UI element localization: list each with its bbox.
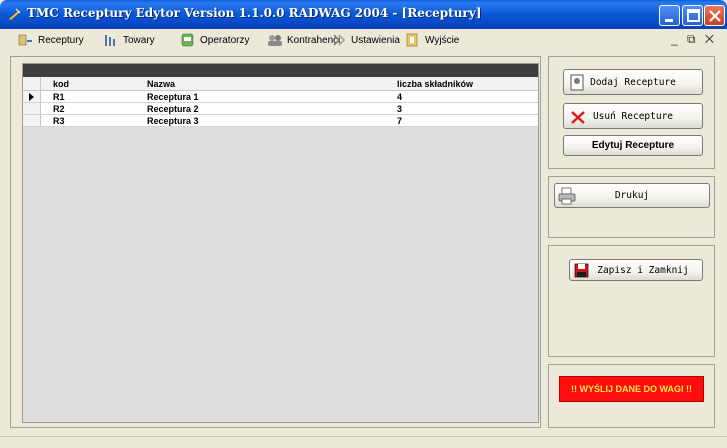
print-button[interactable]: Drukuj bbox=[554, 183, 710, 208]
cell-kod[interactable]: R2 bbox=[41, 104, 144, 114]
title-bar[interactable]: TMC Receptury Edytor Version 1.1.0.0 RAD… bbox=[0, 0, 727, 29]
delete-icon bbox=[571, 111, 585, 124]
menu-bar: Receptury Towary Operatorzy Kontrahenci … bbox=[0, 29, 727, 51]
contractors-icon bbox=[267, 33, 283, 47]
grid-caption-bar bbox=[23, 64, 538, 77]
close-button[interactable] bbox=[704, 5, 725, 26]
row-indicator bbox=[23, 103, 41, 114]
menu-wyjscie[interactable]: Wyjście bbox=[405, 32, 459, 48]
cell-nazwa[interactable]: Receptura 3 bbox=[144, 116, 394, 126]
save-panel: Zapisz i Zamknij bbox=[548, 245, 715, 357]
mdi-window-controls[interactable]: _ ⧉ ✕ bbox=[671, 32, 717, 47]
column-header-kod[interactable]: kod bbox=[41, 79, 144, 89]
send-panel: !! WYŚLIJ DANE DO WAGI !! bbox=[548, 364, 715, 428]
cell-liczba[interactable]: 4 bbox=[394, 92, 538, 102]
recipes-grid[interactable]: kod Nazwa liczba składników R1 Receptura… bbox=[22, 63, 539, 423]
minimize-icon bbox=[665, 19, 673, 22]
printer-icon bbox=[558, 187, 576, 205]
row-indicator-header bbox=[23, 77, 41, 90]
grid-header: kod Nazwa liczba składników bbox=[23, 77, 538, 91]
send-to-scale-button[interactable]: !! WYŚLIJ DANE DO WAGI !! bbox=[559, 376, 704, 402]
minimize-button[interactable] bbox=[659, 5, 680, 26]
app-logo-icon bbox=[8, 8, 21, 21]
close-icon bbox=[709, 10, 721, 22]
table-row[interactable]: R3 Receptura 3 7 bbox=[23, 115, 538, 127]
cell-liczba[interactable]: 7 bbox=[394, 116, 538, 126]
add-document-icon bbox=[570, 74, 584, 91]
save-and-close-button[interactable]: Zapisz i Zamknij bbox=[569, 259, 703, 281]
menu-kontrahenci[interactable]: Kontrahenci bbox=[267, 32, 340, 48]
menu-ustawienia[interactable]: Ustawienia bbox=[331, 32, 400, 48]
menu-operatorzy[interactable]: Operatorzy bbox=[180, 32, 249, 48]
menu-towary[interactable]: Towary bbox=[103, 32, 155, 48]
cell-kod[interactable]: R3 bbox=[41, 116, 144, 126]
cell-nazwa[interactable]: Receptura 2 bbox=[144, 104, 394, 114]
maximize-button[interactable] bbox=[682, 5, 703, 26]
edit-recipe-button[interactable]: Edytuj Recepture bbox=[563, 135, 703, 156]
row-indicator bbox=[23, 115, 41, 126]
settings-icon bbox=[331, 33, 347, 47]
floppy-disk-icon bbox=[574, 263, 589, 278]
recipe-actions-panel: Dodaj Recepture Usuń Recepture Edytuj Re… bbox=[548, 56, 715, 169]
cell-kod[interactable]: R1 bbox=[41, 92, 144, 102]
add-recipe-button[interactable]: Dodaj Recepture bbox=[563, 69, 703, 95]
menu-receptury[interactable]: Receptury bbox=[18, 32, 84, 48]
recipes-icon bbox=[18, 33, 34, 47]
column-header-nazwa[interactable]: Nazwa bbox=[144, 79, 394, 89]
maximize-icon bbox=[687, 9, 700, 22]
status-bar bbox=[0, 436, 727, 448]
operators-icon bbox=[180, 33, 196, 47]
cell-liczba[interactable]: 3 bbox=[394, 104, 538, 114]
table-row[interactable]: R2 Receptura 2 3 bbox=[23, 103, 538, 115]
column-header-liczba[interactable]: liczba składników bbox=[394, 79, 538, 89]
row-indicator bbox=[23, 91, 41, 102]
cell-nazwa[interactable]: Receptura 1 bbox=[144, 92, 394, 102]
goods-icon bbox=[103, 33, 119, 47]
window-title: TMC Receptury Edytor Version 1.1.0.0 RAD… bbox=[27, 6, 482, 20]
current-row-arrow-icon bbox=[29, 93, 34, 101]
app-window: TMC Receptury Edytor Version 1.1.0.0 RAD… bbox=[0, 0, 727, 448]
exit-icon bbox=[405, 33, 421, 47]
print-panel: Drukuj bbox=[548, 176, 715, 238]
table-row[interactable]: R1 Receptura 1 4 bbox=[23, 91, 538, 103]
recipes-panel: kod Nazwa liczba składników R1 Receptura… bbox=[10, 56, 541, 428]
remove-recipe-button[interactable]: Usuń Recepture bbox=[563, 103, 703, 129]
